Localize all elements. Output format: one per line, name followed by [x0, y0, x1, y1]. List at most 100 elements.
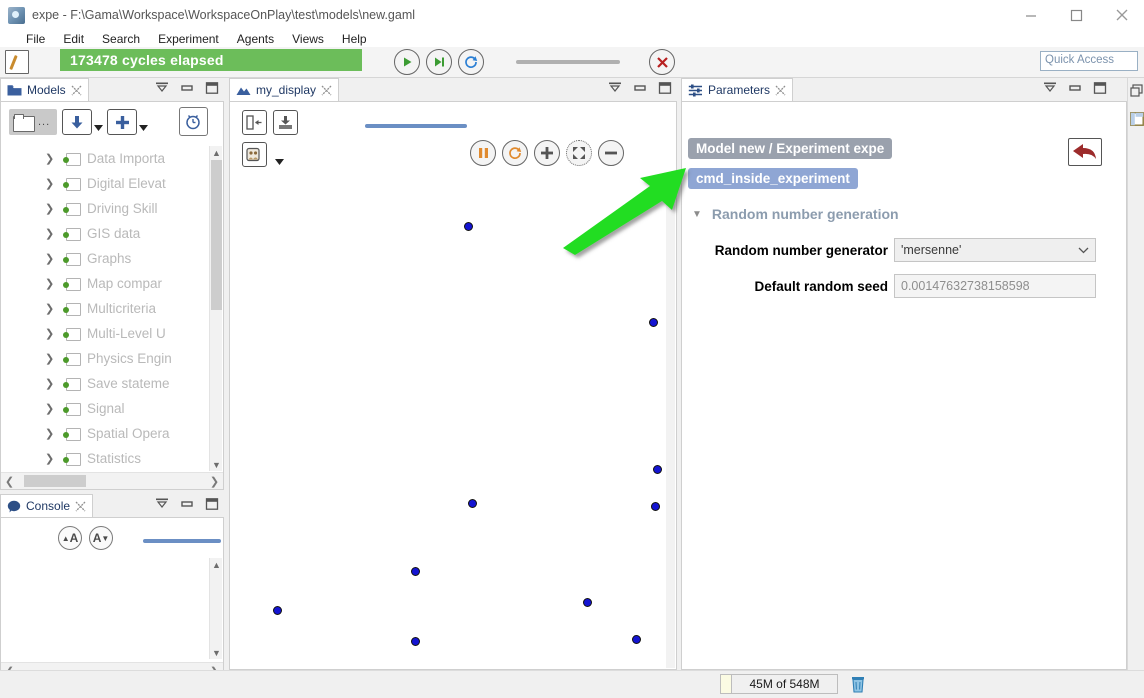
random-generator-combo[interactable]: 'mersenne': [894, 238, 1096, 262]
snapshot-button[interactable]: [273, 110, 298, 135]
model-experiment-chip[interactable]: Model new / Experiment expe: [688, 138, 893, 159]
tab-close-icon[interactable]: [321, 85, 332, 96]
simulation-canvas[interactable]: [231, 174, 666, 668]
restore-view-icon[interactable]: [1068, 82, 1082, 94]
scroll-thumb[interactable]: [24, 475, 86, 487]
console-output[interactable]: [4, 558, 207, 659]
import-button[interactable]: [62, 109, 92, 135]
tab-parameters[interactable]: Parameters: [681, 78, 794, 101]
maximize-icon[interactable]: [1054, 0, 1099, 30]
restore-view-icon[interactable]: [180, 498, 194, 510]
tab-close-icon[interactable]: [775, 85, 786, 96]
menu-experiment[interactable]: Experiment: [158, 32, 219, 46]
scroll-right-icon[interactable]: ❯: [206, 475, 223, 488]
tree-item[interactable]: ❯ Map compar: [1, 271, 209, 296]
tree-item[interactable]: ❯ Multi-Level U: [1, 321, 209, 346]
random-seed-field[interactable]: 0.00147632738158598: [894, 274, 1096, 298]
tree-item[interactable]: ❯ GIS data: [1, 221, 209, 246]
command-chip[interactable]: cmd_inside_experiment: [688, 168, 858, 189]
menu-help[interactable]: Help: [342, 32, 367, 46]
scroll-left-icon[interactable]: ❮: [1, 475, 18, 488]
models-vertical-scrollbar[interactable]: ▲ ▼: [209, 146, 222, 471]
new-button[interactable]: [107, 109, 137, 135]
tree-item[interactable]: ❯ Digital Elevat: [1, 171, 209, 196]
open-model-button[interactable]: ...: [9, 109, 57, 135]
display-vertical-scrollbar[interactable]: [666, 174, 675, 668]
close-icon[interactable]: [1099, 0, 1144, 30]
chevron-down-icon[interactable]: ▼: [692, 209, 702, 220]
scroll-down-icon[interactable]: ▼: [211, 646, 222, 659]
edit-pencil-icon[interactable]: [5, 50, 29, 74]
zoom-fit-button[interactable]: [566, 140, 592, 166]
simulation-speed-slider[interactable]: [516, 60, 620, 64]
tab-models[interactable]: Models: [0, 78, 89, 101]
restore-perspective-icon[interactable]: [1130, 84, 1144, 98]
agent-dot[interactable]: [649, 318, 658, 327]
chevron-right-icon[interactable]: ❯: [45, 202, 57, 215]
agent-dot[interactable]: [273, 606, 282, 615]
console-slider[interactable]: [143, 539, 221, 543]
tab-close-icon[interactable]: [75, 501, 86, 512]
maximize-view-icon[interactable]: [205, 82, 219, 94]
maximize-view-icon[interactable]: [1093, 82, 1107, 94]
tree-item[interactable]: ❯ Graphs: [1, 246, 209, 271]
agent-dot[interactable]: [632, 635, 641, 644]
agent-dot[interactable]: [653, 465, 662, 474]
maximize-view-icon[interactable]: [205, 498, 219, 510]
chevron-right-icon[interactable]: ❯: [45, 327, 57, 340]
agent-dot[interactable]: [468, 499, 477, 508]
chevron-right-icon[interactable]: ❯: [45, 302, 57, 315]
maximize-view-icon[interactable]: [658, 82, 672, 94]
tab-console[interactable]: Console: [0, 494, 94, 517]
history-button[interactable]: [179, 107, 208, 136]
agent-dot[interactable]: [651, 502, 660, 511]
quick-access-input[interactable]: Quick Access: [1040, 51, 1138, 71]
chevron-right-icon[interactable]: ❯: [45, 377, 57, 390]
run-button[interactable]: [394, 49, 420, 75]
chevron-right-icon[interactable]: ❯: [45, 152, 57, 165]
menu-agents[interactable]: Agents: [237, 32, 274, 46]
minimize-icon[interactable]: [1009, 0, 1054, 30]
minimize-view-icon[interactable]: [1043, 82, 1057, 94]
tree-item[interactable]: ❯ Driving Skill: [1, 196, 209, 221]
restore-view-icon[interactable]: [633, 82, 647, 94]
random-number-generation-section[interactable]: ▼ Random number generation: [692, 206, 899, 222]
agent-dot[interactable]: [411, 567, 420, 576]
toggle-side-panel-button[interactable]: [242, 110, 267, 135]
minimize-view-icon[interactable]: [155, 82, 169, 94]
agents-button[interactable]: [242, 142, 267, 167]
sync-display-button[interactable]: [502, 140, 528, 166]
undo-arrow-icon[interactable]: [1068, 138, 1102, 166]
agent-dot[interactable]: [411, 637, 420, 646]
menu-search[interactable]: Search: [102, 32, 140, 46]
zoom-in-button[interactable]: [534, 140, 560, 166]
tree-item[interactable]: ❯ Data Importa: [1, 146, 209, 171]
chevron-right-icon[interactable]: ❯: [45, 252, 57, 265]
new-dropdown[interactable]: [139, 118, 148, 136]
chevron-right-icon[interactable]: ❯: [45, 452, 57, 465]
agent-dot[interactable]: [583, 598, 592, 607]
zoom-out-button[interactable]: [598, 140, 624, 166]
agents-dropdown[interactable]: [275, 152, 284, 170]
agent-dot[interactable]: [464, 222, 473, 231]
chevron-right-icon[interactable]: ❯: [45, 227, 57, 240]
display-speed-slider[interactable]: [365, 124, 467, 128]
step-button[interactable]: [426, 49, 452, 75]
trash-icon[interactable]: [848, 675, 868, 694]
tree-item[interactable]: ❯ Physics Engin: [1, 346, 209, 371]
chevron-right-icon[interactable]: ❯: [45, 352, 57, 365]
increase-font-button[interactable]: ▲ A: [58, 526, 82, 550]
chevron-right-icon[interactable]: ❯: [45, 402, 57, 415]
minimize-view-icon[interactable]: [155, 498, 169, 510]
modeling-perspective-icon[interactable]: [1130, 112, 1144, 126]
menu-views[interactable]: Views: [292, 32, 324, 46]
scroll-up-icon[interactable]: ▲: [211, 146, 222, 159]
tree-item[interactable]: ❯ Statistics: [1, 446, 209, 471]
tree-item[interactable]: ❯ Signal: [1, 396, 209, 421]
tree-item[interactable]: ❯ Multicriteria: [1, 296, 209, 321]
chevron-right-icon[interactable]: ❯: [45, 277, 57, 290]
scroll-up-icon[interactable]: ▲: [211, 558, 222, 571]
models-horizontal-scrollbar[interactable]: ❮ ❯: [1, 472, 223, 489]
scroll-down-icon[interactable]: ▼: [211, 458, 222, 471]
scroll-thumb[interactable]: [211, 160, 222, 310]
